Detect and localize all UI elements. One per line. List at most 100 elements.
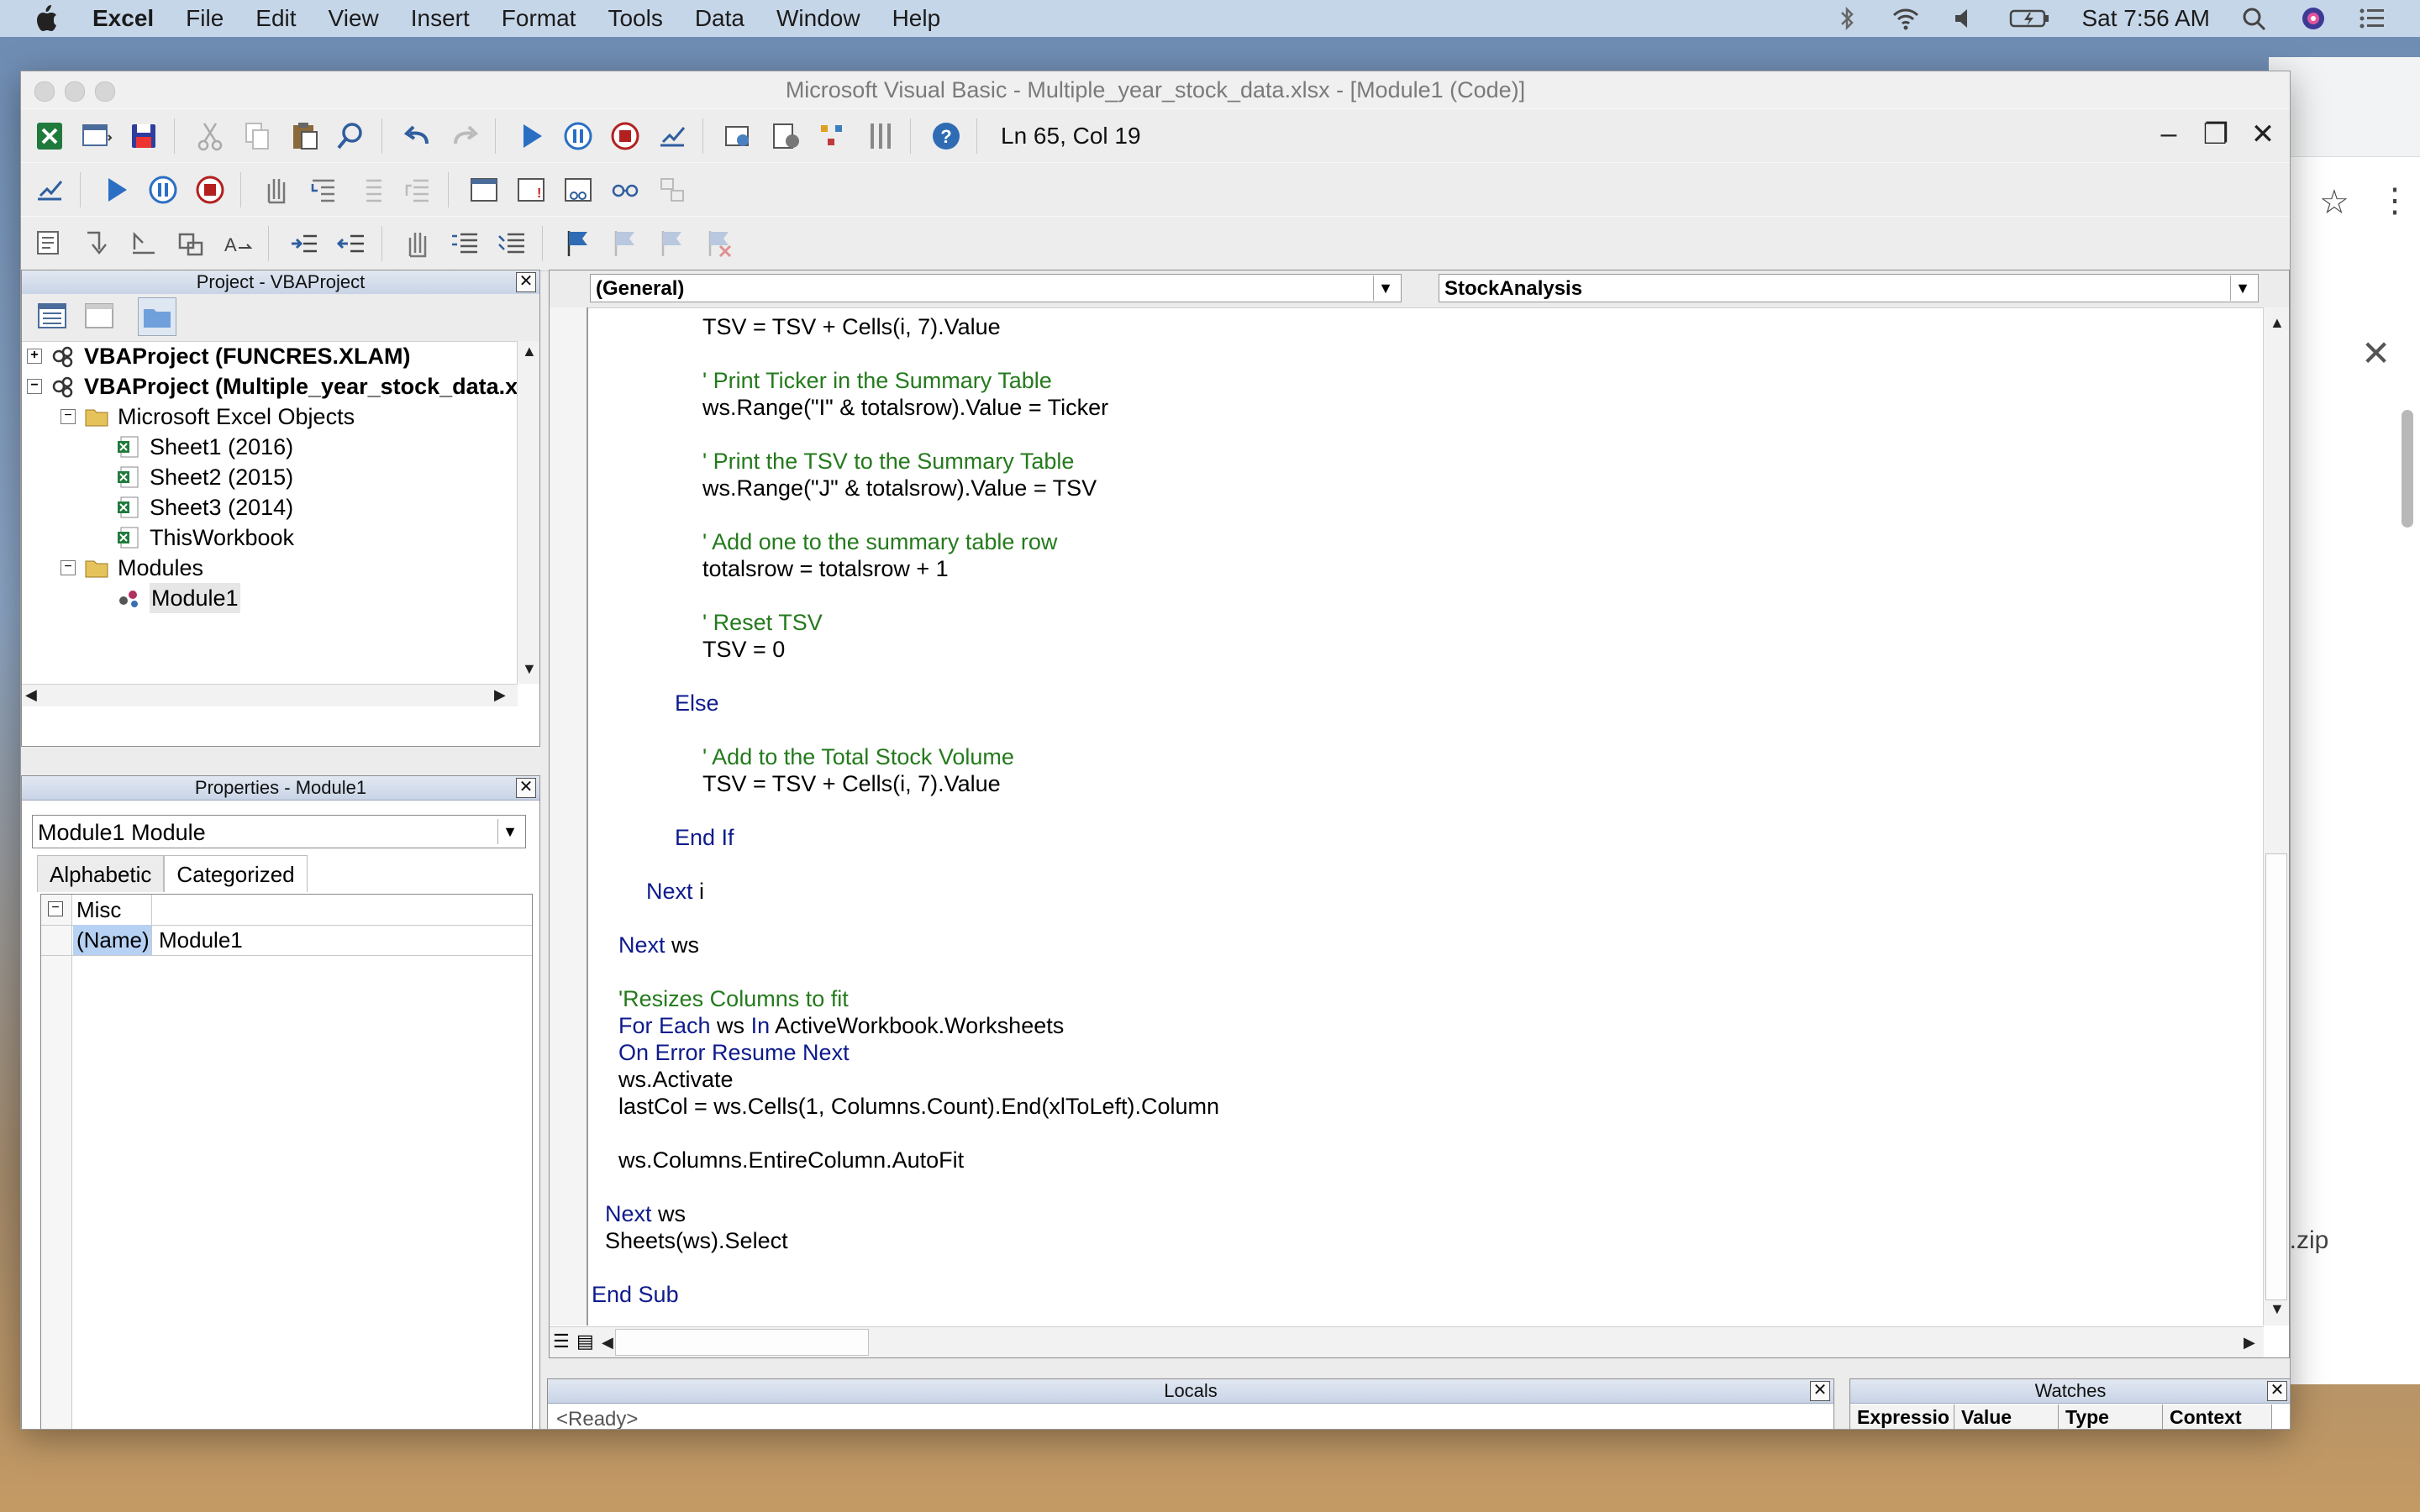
find-button[interactable] xyxy=(333,118,370,155)
minimize-code-window-button[interactable]: – xyxy=(2152,118,2186,150)
toggle-folders-button[interactable] xyxy=(138,297,176,336)
locals-window-button[interactable] xyxy=(466,171,502,208)
notification-center-icon[interactable] xyxy=(2358,6,2386,31)
menu-window[interactable]: Window xyxy=(776,5,860,32)
code-vertical-scrollbar[interactable]: ▲ ▼ xyxy=(2263,307,2289,1326)
watch-column-header[interactable]: Context xyxy=(2163,1404,2272,1429)
immediate-window-button[interactable]: ! xyxy=(513,171,550,208)
debug-break-button[interactable] xyxy=(145,171,182,208)
code-line[interactable]: ' Print the TSV to the Summary Table xyxy=(702,447,1074,475)
menu-insert[interactable]: Insert xyxy=(411,5,470,32)
complete-word-button[interactable]: A xyxy=(219,225,256,262)
tree-node-excel-objects[interactable]: − Microsoft Excel Objects xyxy=(60,402,355,432)
minimize-window-button[interactable] xyxy=(65,81,85,102)
close-watches-pane-button[interactable]: ✕ xyxy=(2267,1381,2287,1401)
property-value-input[interactable]: Module1 xyxy=(154,925,532,955)
browser-scrollbar[interactable] xyxy=(2402,410,2413,528)
battery-charging-icon[interactable] xyxy=(2009,6,2051,31)
tree-node-funcres[interactable]: + VBAProject (FUNCRES.XLAM) xyxy=(27,341,411,371)
code-line[interactable]: Next i xyxy=(646,877,704,906)
full-module-view-icon[interactable]: ▤ xyxy=(576,1331,594,1352)
locals-pane-title[interactable]: Locals ✕ xyxy=(548,1379,1833,1404)
clear-bookmarks-button[interactable] xyxy=(701,225,738,262)
watch-column-header[interactable]: Expressio xyxy=(1850,1404,1954,1429)
download-filename[interactable]: l.zip xyxy=(2284,1226,2328,1255)
project-pane-title[interactable]: Project - VBAProject ✕ xyxy=(22,270,539,295)
procedure-view-icon[interactable]: ☰ xyxy=(553,1331,570,1352)
close-project-pane-button[interactable]: ✕ xyxy=(516,272,536,292)
properties-window-button[interactable] xyxy=(767,118,804,155)
code-line[interactable]: lastCol = ws.Cells(1, Columns.Count).End… xyxy=(618,1092,1219,1121)
close-code-window-button[interactable]: ✕ xyxy=(2246,118,2280,151)
watch-window-button[interactable] xyxy=(560,171,597,208)
collapse-toggle[interactable]: − xyxy=(48,901,63,916)
edit-toggle-breakpoint-button[interactable] xyxy=(399,225,436,262)
code-line[interactable]: TSV = TSV + Cells(i, 7).Value xyxy=(702,769,1001,798)
menu-tools[interactable]: Tools xyxy=(608,5,662,32)
object-selector-dropdown[interactable]: Module1 Module ▼ xyxy=(32,815,526,848)
collapse-toggle[interactable]: − xyxy=(60,409,76,424)
scroll-thumb[interactable] xyxy=(615,1329,869,1356)
save-button[interactable] xyxy=(125,118,162,155)
tab-alphabetic[interactable]: Alphabetic xyxy=(37,855,165,892)
paste-button[interactable] xyxy=(286,118,323,155)
break-button[interactable] xyxy=(560,118,597,155)
tree-node-modules[interactable]: − Modules xyxy=(60,553,203,583)
quick-info-button[interactable] xyxy=(125,225,162,262)
code-line[interactable]: TSV = TSV + Cells(i, 7).Value xyxy=(702,312,1001,341)
close-locals-pane-button[interactable]: ✕ xyxy=(1810,1381,1830,1401)
restore-code-window-button[interactable]: ❐ xyxy=(2199,118,2233,151)
design-mode-button[interactable] xyxy=(654,118,691,155)
scroll-up-arrow[interactable]: ▲ xyxy=(522,343,537,360)
tree-node-sheet2[interactable]: Sheet2 (2015) xyxy=(116,462,293,492)
parameter-info-button[interactable] xyxy=(172,225,209,262)
close-window-button[interactable] xyxy=(34,81,55,102)
code-line[interactable]: Next ws xyxy=(618,931,699,959)
properties-pane-title[interactable]: Properties - Module1 ✕ xyxy=(22,776,539,801)
redo-button[interactable] xyxy=(446,118,483,155)
watch-column-header[interactable]: Value xyxy=(1954,1404,2059,1429)
chevron-down-icon[interactable]: ▼ xyxy=(497,819,522,844)
procedure-dropdown[interactable]: StockAnalysis ▼ xyxy=(1439,274,2259,302)
apple-menu-icon[interactable] xyxy=(34,4,59,33)
run-button[interactable] xyxy=(513,118,550,155)
property-row-name[interactable]: (Name) Module1 xyxy=(41,925,532,956)
browser-menu-icon[interactable]: ⋮ xyxy=(2378,181,2412,220)
spotlight-search-icon[interactable] xyxy=(2240,6,2269,31)
code-line[interactable]: ' Add to the Total Stock Volume xyxy=(702,743,1014,771)
code-line[interactable]: totalsrow = totalsrow + 1 xyxy=(702,554,949,583)
menu-app-name[interactable]: Excel xyxy=(92,5,154,32)
tree-node-module1[interactable]: Module1 xyxy=(116,583,240,613)
menu-bar-clock[interactable]: Sat 7:56 AM xyxy=(2081,5,2210,32)
toggle-bookmark-button[interactable] xyxy=(560,225,597,262)
code-line[interactable]: ws.Range("I" & totalsrow).Value = Ticker xyxy=(702,393,1108,422)
uncomment-block-button[interactable] xyxy=(493,225,530,262)
debug-run-button[interactable] xyxy=(97,171,134,208)
scroll-down-arrow[interactable]: ▼ xyxy=(522,660,537,678)
quick-watch-button[interactable] xyxy=(607,171,644,208)
code-line[interactable]: ws.Activate xyxy=(618,1065,734,1094)
project-explorer-button[interactable] xyxy=(720,118,757,155)
object-dropdown[interactable]: (General) ▼ xyxy=(590,274,1402,302)
step-into-button[interactable] xyxy=(305,171,342,208)
code-line[interactable]: ws.Columns.EntireColumn.AutoFit xyxy=(618,1146,964,1174)
tab-categorized[interactable]: Categorized xyxy=(164,855,308,892)
list-constants-button[interactable] xyxy=(78,225,115,262)
watches-pane-title[interactable]: Watches ✕ xyxy=(1850,1379,2290,1404)
code-line[interactable]: End If xyxy=(675,823,734,852)
scroll-left-arrow[interactable]: ◀ xyxy=(25,686,37,704)
code-line[interactable]: ' Reset TSV xyxy=(702,608,823,637)
copy-button[interactable] xyxy=(239,118,276,155)
code-line[interactable]: ' Print Ticker in the Summary Table xyxy=(702,366,1052,395)
siri-icon[interactable] xyxy=(2299,6,2328,31)
tree-node-sheet1[interactable]: Sheet1 (2016) xyxy=(116,432,293,462)
code-line[interactable]: ws.Range("J" & totalsrow).Value = TSV xyxy=(702,474,1097,502)
code-line[interactable]: Else xyxy=(675,689,719,717)
code-line[interactable]: End Sub xyxy=(592,1280,679,1309)
next-bookmark-button[interactable] xyxy=(607,225,644,262)
menu-edit[interactable]: Edit xyxy=(255,5,296,32)
code-editor[interactable]: TSV = TSV + Cells(i, 7).Value ' Print Tic… xyxy=(592,312,2238,1320)
menu-format[interactable]: Format xyxy=(502,5,576,32)
help-button[interactable]: ? xyxy=(928,118,965,155)
menu-file[interactable]: File xyxy=(186,5,224,32)
